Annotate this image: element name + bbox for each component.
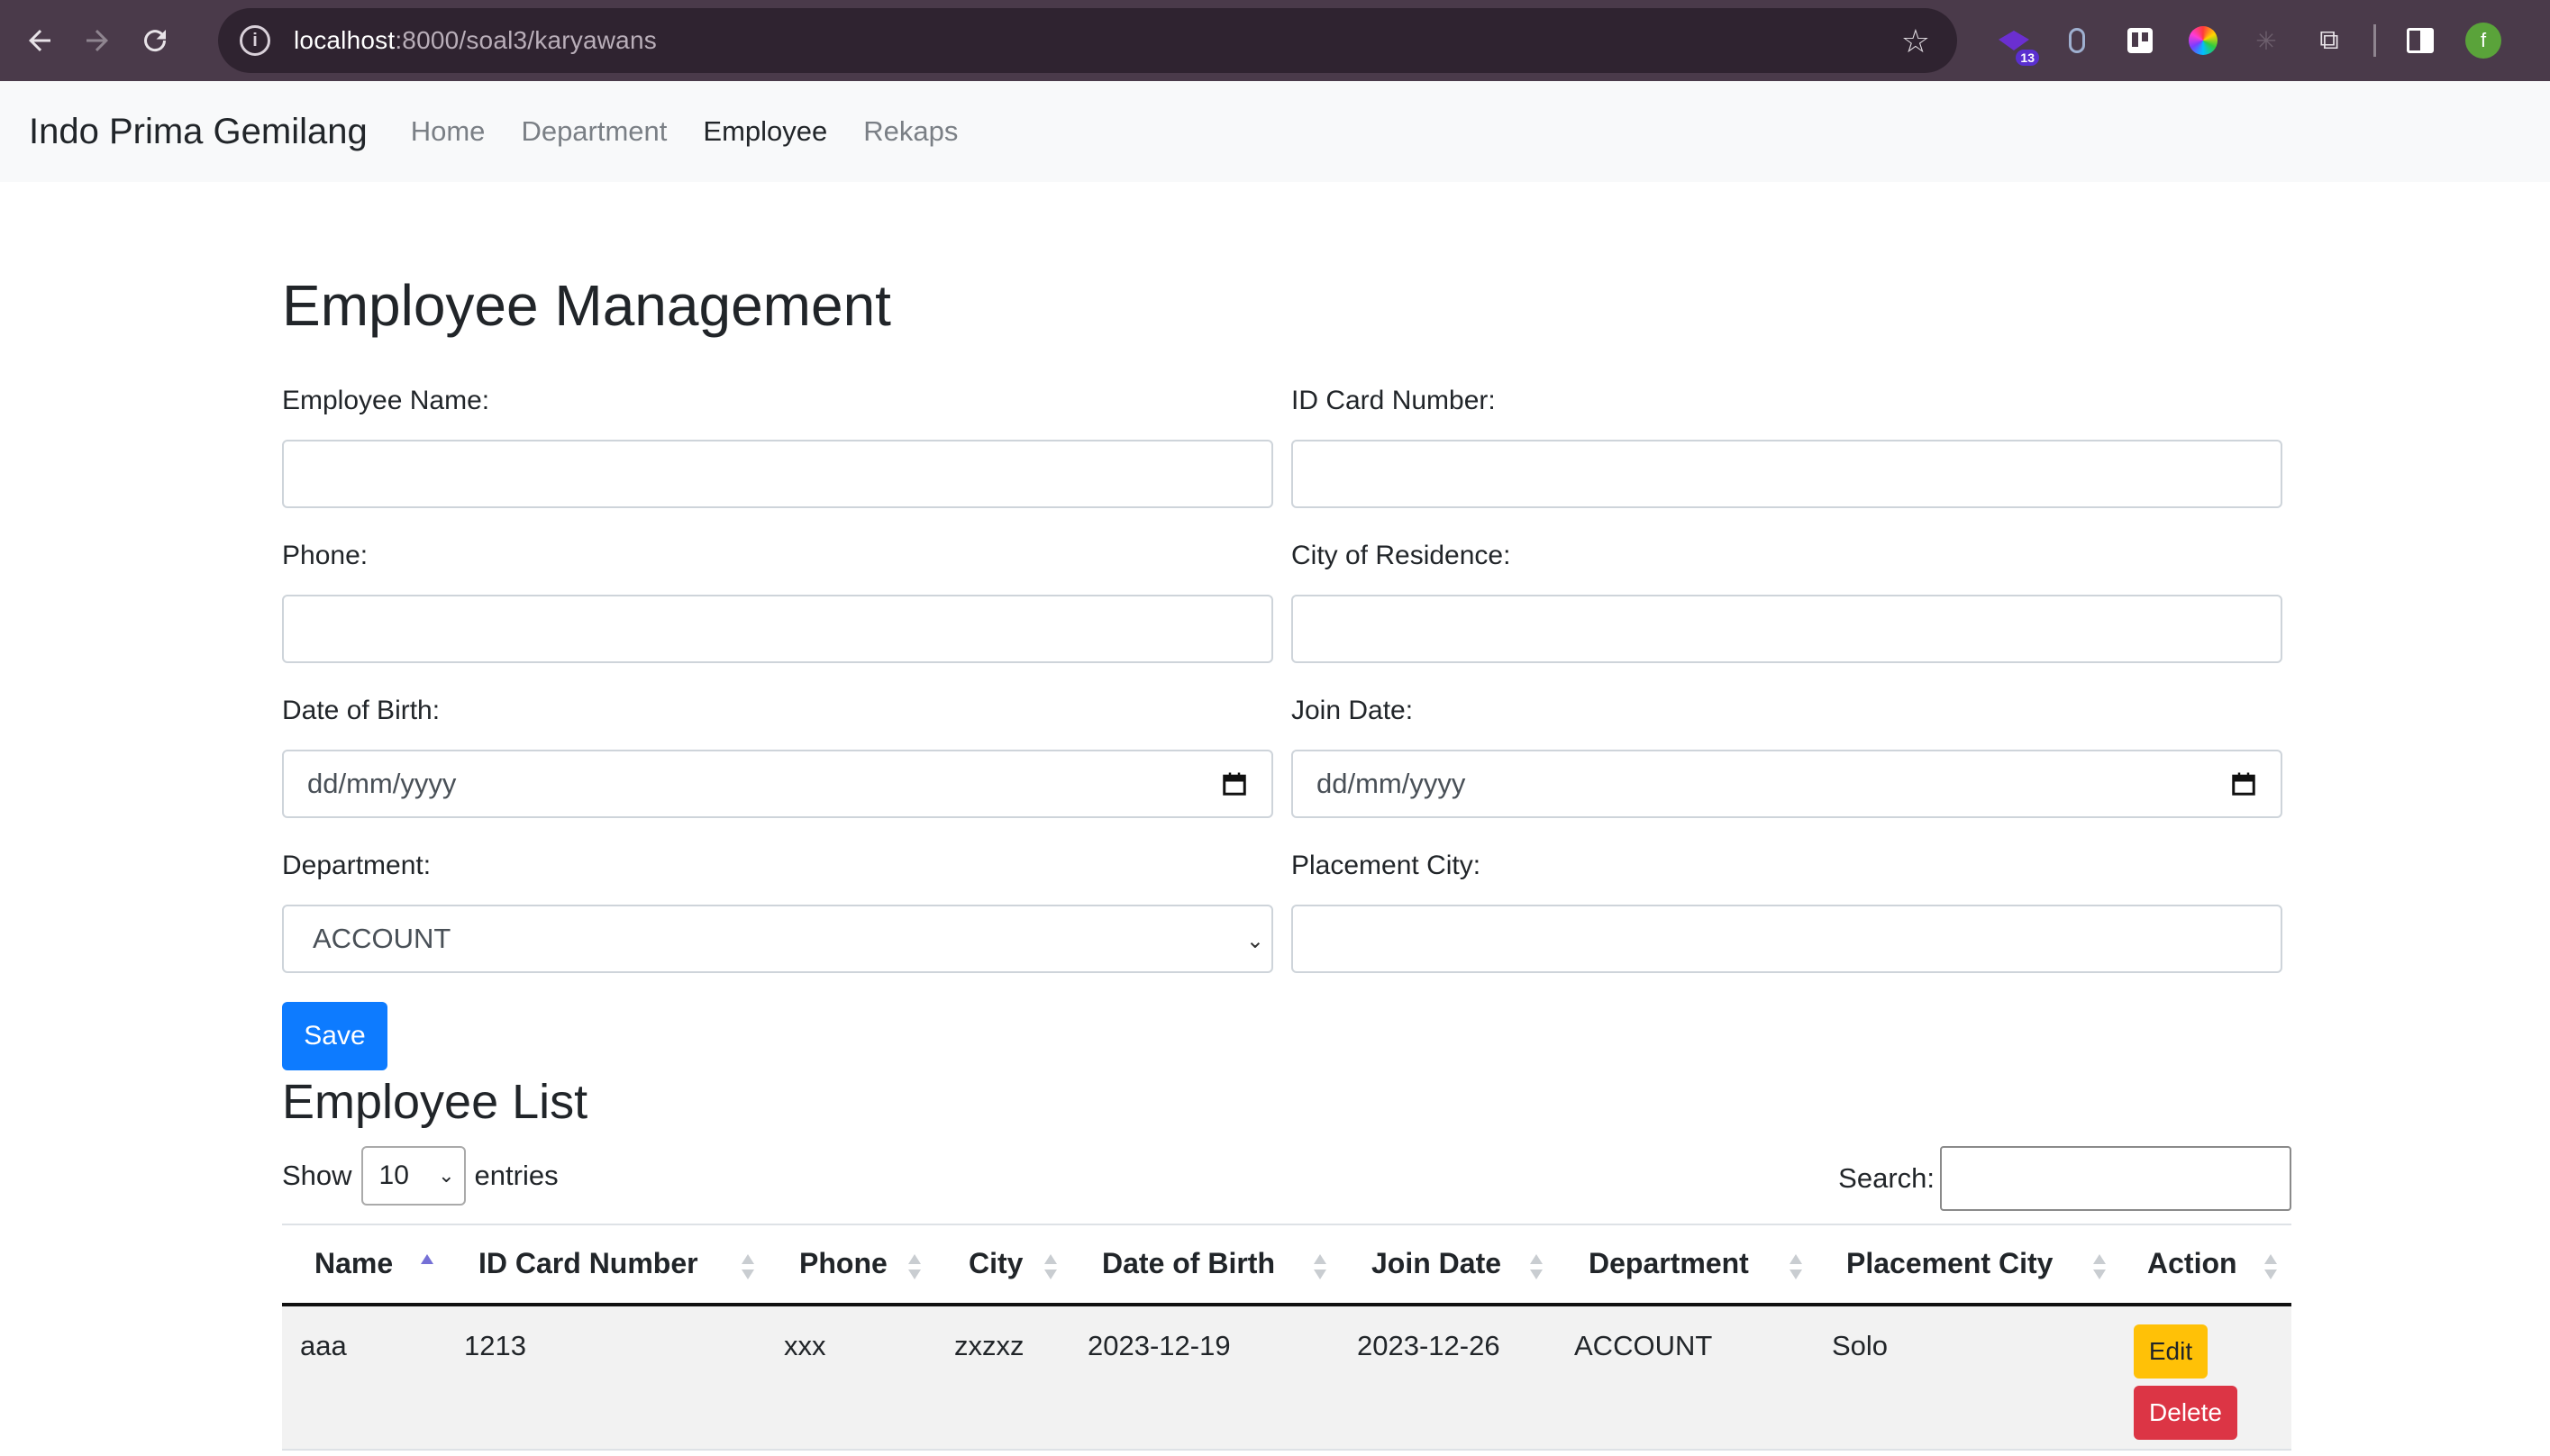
cell-department: ACCOUNT — [1574, 1330, 1713, 1361]
brand-link[interactable]: Indo Prima Gemilang — [29, 112, 368, 152]
entries-length-control: Show 10 ⌄ entries — [282, 1146, 559, 1206]
chevron-down-icon: ⌄ — [1245, 929, 1264, 953]
cell-phone: xxx — [784, 1330, 826, 1361]
id-card-label: ID Card Number: — [1291, 386, 1496, 415]
cell-city: zxzxz — [954, 1330, 1025, 1361]
city-label: City of Residence: — [1291, 541, 1511, 570]
nav-link-home[interactable]: Home — [411, 115, 486, 148]
join-date-label: Join Date: — [1291, 696, 1414, 725]
page-title: Employee Management — [282, 273, 891, 338]
app-navbar: Indo Prima Gemilang Home Department Empl… — [0, 81, 2550, 182]
url-path: :8000/soal3/karyawans — [395, 26, 657, 54]
calendar-icon[interactable] — [2230, 769, 2257, 798]
profile-avatar[interactable]: f — [2462, 19, 2505, 62]
delete-button[interactable]: Delete — [2134, 1386, 2237, 1440]
entries-value: 10 — [378, 1160, 409, 1190]
mouse-extension-icon[interactable] — [2055, 19, 2099, 62]
calendar-icon[interactable] — [1221, 769, 1248, 798]
trello-extension-icon[interactable] — [2118, 19, 2162, 62]
department-selected-value: ACCOUNT — [313, 923, 451, 954]
back-button[interactable] — [11, 12, 68, 69]
column-header-department[interactable]: Department — [1589, 1247, 1749, 1280]
cell-name: aaa — [300, 1330, 347, 1361]
column-header-phone[interactable]: Phone — [799, 1247, 888, 1280]
toolbar-divider — [2373, 24, 2376, 57]
phone-input[interactable] — [282, 595, 1273, 663]
nav-link-rekaps[interactable]: Rekaps — [863, 115, 958, 148]
chevron-down-icon: ⌄ — [438, 1164, 455, 1187]
column-header-action[interactable]: Action — [2147, 1247, 2237, 1280]
cell-join-date: 2023-12-26 — [1357, 1330, 1500, 1361]
sort-icon[interactable] — [1790, 1254, 1802, 1281]
table-search: Search: — [1838, 1146, 2291, 1211]
id-card-input[interactable] — [1291, 440, 2282, 508]
nav-link-department[interactable]: Department — [521, 115, 667, 148]
sort-icon[interactable] — [908, 1254, 921, 1281]
bookmark-star-icon[interactable]: ☆ — [1901, 23, 1930, 60]
employee-table: Name ID Card Number Phone City Date of B… — [282, 1224, 2291, 1451]
table-header: Name ID Card Number Phone City Date of B… — [282, 1224, 2291, 1306]
address-bar[interactable]: i localhost:8000/soal3/karyawans ☆ — [218, 8, 1957, 73]
column-header-city[interactable]: City — [969, 1247, 1023, 1280]
employee-name-input[interactable] — [282, 440, 1273, 508]
cell-id-card: 1213 — [464, 1330, 526, 1361]
edit-button[interactable]: Edit — [2134, 1324, 2208, 1379]
nav-link-employee[interactable]: Employee — [703, 115, 827, 148]
employee-list-title: Employee List — [282, 1075, 588, 1129]
url-host: localhost — [294, 26, 396, 54]
sort-icon[interactable] — [742, 1254, 754, 1281]
site-info-icon[interactable]: i — [240, 25, 270, 56]
forward-button[interactable] — [68, 12, 126, 69]
cell-dob: 2023-12-19 — [1088, 1330, 1231, 1361]
dob-placeholder: dd/mm/yyyy — [307, 768, 457, 799]
arrow-left-icon — [29, 30, 50, 51]
column-header-id-card[interactable]: ID Card Number — [478, 1247, 698, 1280]
employee-name-label: Employee Name: — [282, 386, 490, 415]
cell-placement-city: Solo — [1832, 1330, 1889, 1361]
column-header-placement-city[interactable]: Placement City — [1846, 1247, 2053, 1280]
search-input[interactable] — [1940, 1146, 2291, 1211]
placement-city-input[interactable] — [1291, 905, 2282, 973]
graduation-cap-extension-icon[interactable]: 13 — [1992, 19, 2039, 66]
sort-icon[interactable] — [1044, 1254, 1057, 1281]
extensions-puzzle-icon[interactable]: ⧉ — [2308, 19, 2351, 62]
placement-city-label: Placement City: — [1291, 851, 1481, 880]
dob-input[interactable]: dd/mm/yyyy — [282, 750, 1273, 818]
sort-ascending-icon[interactable] — [421, 1254, 433, 1281]
arrow-right-icon — [87, 30, 108, 51]
phone-label: Phone: — [282, 541, 369, 570]
side-panel-icon[interactable] — [2399, 19, 2442, 62]
search-label: Search: — [1838, 1162, 1935, 1194]
url-text[interactable]: localhost:8000/soal3/karyawans — [294, 26, 657, 55]
city-input[interactable] — [1291, 595, 2282, 663]
profile-initial: f — [2465, 23, 2501, 59]
extensions-bar: 13 ✳ ⧉ f — [1982, 0, 2515, 81]
color-wheel-extension-icon[interactable] — [2181, 19, 2225, 62]
column-header-name[interactable]: Name — [314, 1247, 393, 1280]
browser-toolbar: i localhost:8000/soal3/karyawans ☆ 13 ✳ … — [0, 0, 2550, 81]
save-button[interactable]: Save — [282, 1002, 387, 1070]
department-label: Department: — [282, 851, 432, 880]
reload-button[interactable] — [126, 12, 184, 69]
sort-icon[interactable] — [1530, 1254, 1543, 1281]
entries-label: entries — [474, 1160, 559, 1191]
table-row: aaa 1213 xxx zxzxz 2023-12-19 2023-12-26… — [282, 1306, 2291, 1451]
extension-badge: 13 — [2016, 50, 2039, 66]
sort-icon[interactable] — [2093, 1254, 2106, 1281]
show-label: Show — [282, 1160, 352, 1191]
sort-icon[interactable] — [1314, 1254, 1326, 1281]
join-date-placeholder: dd/mm/yyyy — [1316, 768, 1466, 799]
department-select[interactable]: ACCOUNT ⌄ — [282, 905, 1273, 973]
sort-icon[interactable] — [2264, 1254, 2277, 1281]
column-header-join-date[interactable]: Join Date — [1371, 1247, 1501, 1280]
reload-icon — [144, 30, 167, 52]
dob-label: Date of Birth: — [282, 696, 441, 725]
join-date-input[interactable]: dd/mm/yyyy — [1291, 750, 2282, 818]
entries-select[interactable]: 10 ⌄ — [360, 1146, 466, 1206]
column-header-dob[interactable]: Date of Birth — [1102, 1247, 1275, 1280]
bug-extension-icon[interactable]: ✳ — [2245, 19, 2288, 62]
